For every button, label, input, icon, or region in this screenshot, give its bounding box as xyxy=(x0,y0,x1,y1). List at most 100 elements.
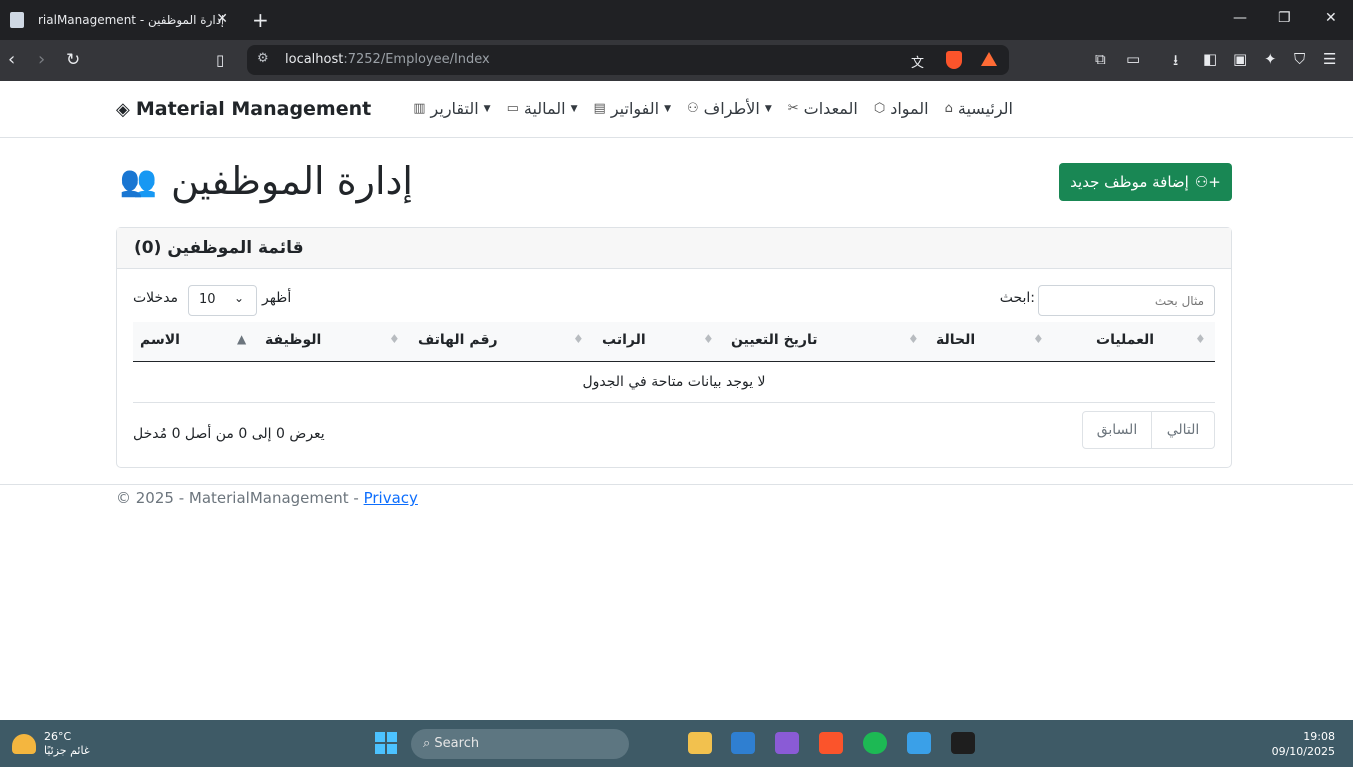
nav-links: الرئيسية ⌂ المواد ⬡ المعدات ✂ ▼ الأطراف ⚇ ▼ ال… xyxy=(413,99,1013,118)
folder-icon: ▭ xyxy=(506,101,519,116)
sort-icon[interactable]: ♦ xyxy=(908,332,919,346)
tools-icon: ✂ xyxy=(787,101,799,116)
menu-icon[interactable]: ☰ xyxy=(1323,50,1336,68)
spotify-icon[interactable] xyxy=(863,732,887,754)
privacy-link[interactable]: Privacy xyxy=(364,489,418,507)
file-explorer-icon[interactable] xyxy=(688,732,712,754)
browser-tab[interactable]: rialManagement - إدارة الموظفين ✕ xyxy=(0,0,240,40)
nav-home[interactable]: الرئيسية ⌂ xyxy=(945,99,1013,118)
extensions-icon[interactable]: ⧉ xyxy=(1095,50,1106,68)
nav-finance-dropdown[interactable]: ▼ المالية ▭ xyxy=(507,99,578,118)
brave-rewards-icon[interactable] xyxy=(981,52,997,66)
minimize-icon[interactable]: — xyxy=(1233,10,1247,26)
column-header-status[interactable]: الحالة xyxy=(936,332,975,348)
sort-icon[interactable]: ♦ xyxy=(1033,332,1044,346)
site-navbar: ◈ Material Management الرئيسية ⌂ المواد ⬡ ا… xyxy=(0,81,1353,138)
bookmark-icon[interactable]: ▯ xyxy=(216,49,224,71)
add-employee-button[interactable]: +⚇ إضافة موظف جديد xyxy=(1059,163,1232,201)
weather-condition: غائم جزئيًا xyxy=(44,744,90,757)
user-plus-icon: +⚇ xyxy=(1194,173,1221,191)
card-header: قائمة الموظفين (0) xyxy=(117,228,1231,269)
caret-down-icon: ▼ xyxy=(764,103,772,114)
sort-icon[interactable]: ♦ xyxy=(703,332,714,346)
url-text[interactable]: localhost:7252/Employee/Index xyxy=(285,52,490,67)
brave-browser-icon[interactable] xyxy=(819,732,843,754)
brave-shields-icon[interactable] xyxy=(946,51,962,69)
reload-icon[interactable]: ↻ xyxy=(66,49,80,71)
address-bar[interactable]: ⚙ localhost:7252/Employee/Index 文 xyxy=(247,45,1009,75)
tab-title: rialManagement - إدارة الموظفين xyxy=(38,13,223,27)
site-info-icon[interactable]: ⚙ xyxy=(257,51,269,66)
wallet-icon[interactable]: ▣ xyxy=(1233,50,1247,68)
sort-icon[interactable]: ♦ xyxy=(573,332,584,346)
empty-table-message: لا يوجد بيانات متاحة في الجدول xyxy=(133,362,1215,403)
column-header-name[interactable]: الاسم xyxy=(140,332,180,348)
nav-equipment[interactable]: المعدات ✂ xyxy=(788,99,858,118)
box-icon: ⬡ xyxy=(873,101,886,116)
next-page-button[interactable]: التالي xyxy=(1152,412,1214,448)
translate-icon[interactable]: 文 xyxy=(911,52,924,71)
employees-card: قائمة الموظفين (0) :ابحث أظهر 10 ⌄ مدخلا… xyxy=(116,227,1232,468)
caret-down-icon: ▼ xyxy=(483,103,491,114)
receipt-icon: ▤ xyxy=(593,101,606,116)
nav-parties-dropdown[interactable]: ▼ الأطراف ⚇ xyxy=(687,99,772,118)
previous-page-button[interactable]: السابق xyxy=(1083,412,1152,448)
caret-down-icon: ▼ xyxy=(664,103,671,114)
column-header-salary[interactable]: الراتب xyxy=(602,332,646,348)
new-tab-button[interactable]: + xyxy=(252,8,269,32)
tab-close-icon[interactable]: ✕ xyxy=(216,11,228,27)
taskbar: 26°C غائم جزئيًا ⌕ Search 19:08 09/10/2025 xyxy=(0,720,1353,767)
sidebar-icon[interactable]: ◧ xyxy=(1203,50,1217,68)
taskbar-search[interactable]: ⌕ Search xyxy=(411,729,629,759)
download-icon[interactable]: ⭳ xyxy=(1173,50,1178,75)
system-clock[interactable]: 19:08 09/10/2025 xyxy=(1272,729,1335,759)
people-icon: ⚇ xyxy=(687,101,699,116)
page-length-select[interactable]: 10 ⌄ xyxy=(188,285,257,316)
nav-invoices-dropdown[interactable]: ▼ الفواتير ▤ xyxy=(594,99,671,118)
maximize-icon[interactable]: ❐ xyxy=(1278,10,1291,26)
users-icon: 👥 xyxy=(119,163,158,199)
search-input[interactable] xyxy=(1038,285,1215,316)
nav-materials[interactable]: المواد ⬡ xyxy=(874,99,929,118)
app-icon[interactable] xyxy=(907,732,931,754)
sort-icon[interactable]: ♦ xyxy=(1195,332,1206,346)
sort-icon[interactable]: ♦ xyxy=(389,332,400,346)
window-close-icon[interactable]: ✕ xyxy=(1325,10,1337,26)
forward-icon[interactable]: › xyxy=(38,49,45,71)
column-header-actions[interactable]: العمليات xyxy=(1096,332,1154,348)
temperature: 26°C xyxy=(44,730,72,743)
weather-widget[interactable]: 26°C غائم جزئيًا xyxy=(12,730,90,758)
card-title: قائمة الموظفين (0) xyxy=(134,238,304,258)
column-header-hire-date[interactable]: تاريخ التعيين xyxy=(731,332,818,348)
back-icon[interactable]: ‹ xyxy=(8,49,15,71)
chevron-down-icon: ⌄ xyxy=(233,291,244,305)
column-header-phone[interactable]: رقم الهاتف xyxy=(418,332,498,348)
web-page: ◈ Material Management الرئيسية ⌂ المواد ⬡ ا… xyxy=(0,81,1353,720)
length-show-label: أظهر xyxy=(262,290,292,306)
pagination: السابق التالي xyxy=(1082,411,1215,449)
table-header: الاسم ▲ الوظيفة ♦ رقم الهاتف ♦ الراتب ♦ … xyxy=(133,322,1215,362)
terminal-icon[interactable] xyxy=(951,732,975,754)
page-title: إدارة الموظفين 👥 xyxy=(119,159,413,203)
table-info: يعرض 0 إلى 0 من أصل 0 مُدخل xyxy=(133,426,325,442)
caret-down-icon: ▼ xyxy=(570,103,578,114)
nav-reports-dropdown[interactable]: ▼ التقارير ▥ xyxy=(413,99,490,118)
sort-asc-icon[interactable]: ▲ xyxy=(237,332,246,346)
footer: © 2025 - MaterialManagement - Privacy xyxy=(116,489,418,507)
chart-icon: ▥ xyxy=(413,101,426,116)
brand-link[interactable]: ◈ Material Management xyxy=(116,98,371,120)
home-icon: ⌂ xyxy=(944,101,953,116)
visual-studio-icon[interactable] xyxy=(775,732,799,754)
vpn-icon[interactable]: ⛉ xyxy=(1294,50,1305,68)
leo-ai-icon[interactable]: ✦ xyxy=(1264,50,1277,68)
column-header-job[interactable]: الوظيفة xyxy=(265,332,321,348)
windows-start-icon[interactable] xyxy=(375,732,397,754)
reader-icon[interactable]: ▭ xyxy=(1126,50,1140,68)
search-label: :ابحث xyxy=(999,290,1035,306)
page-favicon-icon xyxy=(10,12,24,28)
length-entries-label: مدخلات xyxy=(133,290,179,306)
footer-divider xyxy=(0,484,1353,485)
partly-cloudy-icon xyxy=(12,734,36,754)
vscode-icon[interactable] xyxy=(731,732,755,754)
browser-titlebar: rialManagement - إدارة الموظفين ✕ + — ❐ … xyxy=(0,0,1353,40)
